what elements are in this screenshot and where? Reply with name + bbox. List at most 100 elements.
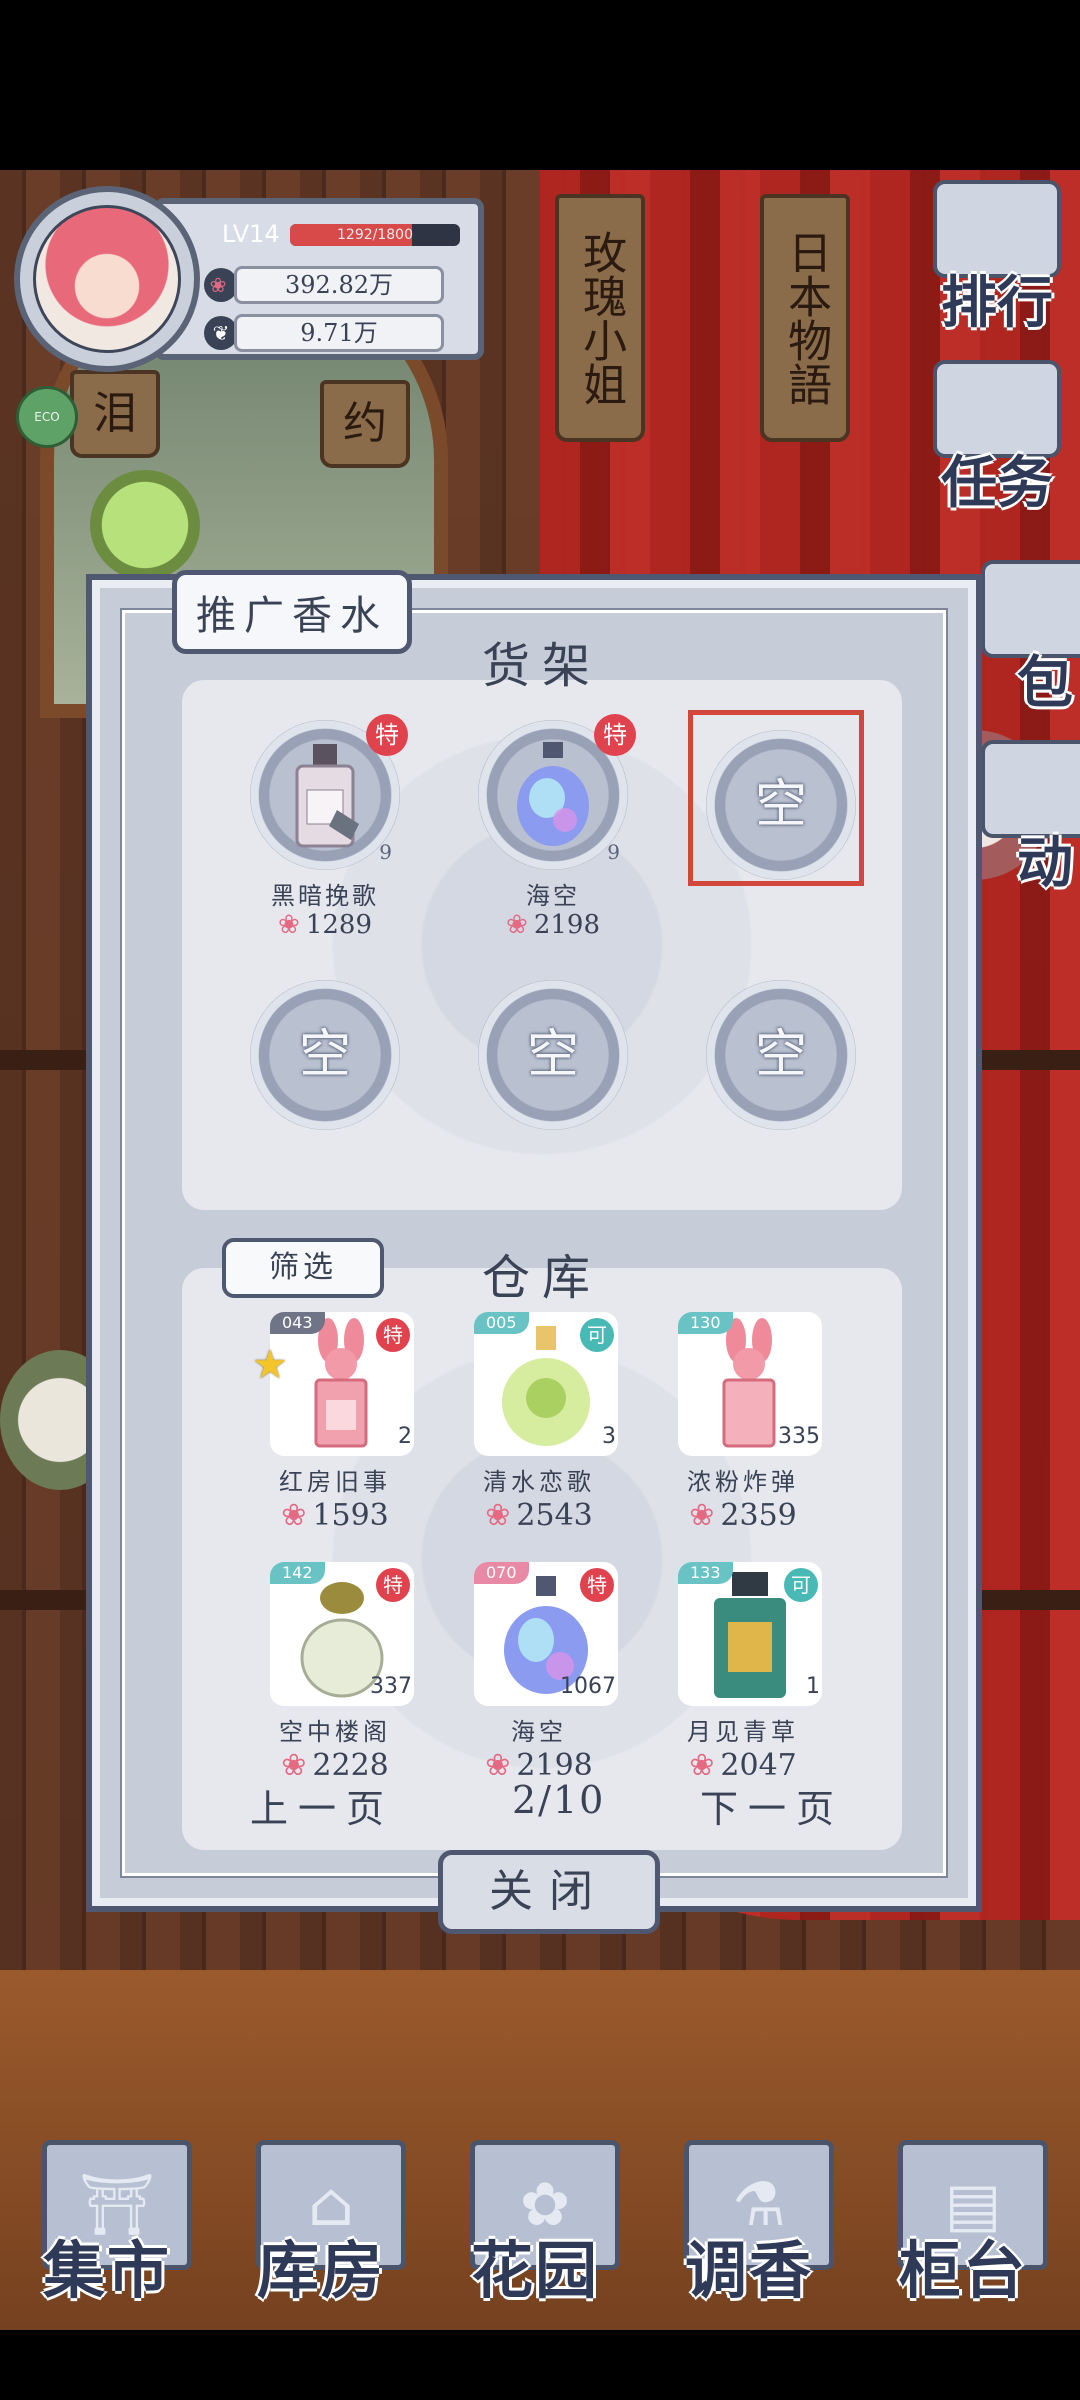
item-quantity: 335	[778, 1424, 820, 1449]
hanging-tag-text: 日本物語	[780, 230, 832, 406]
close-button[interactable]: 关闭	[438, 1850, 660, 1934]
shelf-slot[interactable]: 特 9 海空 ❀ 2198	[468, 710, 638, 950]
player-hud: LV14 1292/1800 ❀ 392.82万 ❦ 9.71万	[14, 186, 484, 372]
item-price: ❀ 2359	[658, 1498, 828, 1533]
special-badge: 特	[376, 1318, 410, 1352]
item-code: 043	[270, 1312, 325, 1334]
player-level: LV14	[222, 220, 280, 248]
hanging-tag-text: 玫瑰小姐	[575, 230, 627, 406]
item-price-value: 2543	[516, 1498, 593, 1533]
hanging-tag: 日本物語	[760, 194, 850, 442]
ranking-button[interactable]: 排行	[922, 180, 1072, 339]
shelf-slot-empty[interactable]: 空	[696, 970, 866, 1210]
item-code: 130	[678, 1312, 733, 1334]
bag-button[interactable]: 包	[970, 560, 1080, 719]
blue-perfume-bottle-icon	[517, 742, 589, 846]
shelf-slot-empty[interactable]: 空	[468, 970, 638, 1210]
item-price: ❀ 1593	[250, 1498, 420, 1533]
hanging-tag: 泪	[70, 370, 160, 458]
item-quantity: 2	[398, 1424, 412, 1449]
petal-icon: ❀	[281, 1498, 307, 1533]
warehouse-item[interactable]: 130 335 浓粉炸弹 ❀ 2359	[658, 1312, 828, 1552]
ranking-icon	[933, 180, 1061, 278]
dialog-title: 推广香水	[172, 570, 412, 654]
storehouse-label: 库房	[256, 2234, 385, 2307]
storehouse-button[interactable]: ⌂ 库房	[236, 2130, 406, 2310]
petal-icon: ❀	[485, 1748, 511, 1783]
task-button[interactable]: 任务	[922, 360, 1072, 519]
bag-icon	[981, 560, 1080, 658]
petal-icon: ❀	[689, 1498, 715, 1533]
shelf-slot-empty[interactable]: 空	[240, 970, 410, 1210]
warehouse-item[interactable]: 005 可 3 清水恋歌 ❀ 2543	[454, 1312, 624, 1552]
item-quantity: 1	[806, 1674, 820, 1699]
money-amount: 392.82万	[234, 266, 444, 304]
ranking-label: 排行	[941, 270, 1053, 336]
favorite-star-icon[interactable]: ★	[252, 1342, 288, 1388]
hanging-tag: 玫瑰小姐	[555, 194, 645, 442]
next-page-button[interactable]: 下一页	[700, 1778, 844, 1833]
item-price: ❀ 2543	[454, 1498, 624, 1533]
item-name: 空中楼阁	[279, 1718, 391, 1746]
event-icon	[981, 740, 1080, 838]
item-code: 133	[678, 1562, 733, 1584]
experience-bar: 1292/1800	[290, 224, 460, 246]
empty-slot-label: 空	[754, 775, 807, 835]
avatar-button[interactable]	[14, 186, 200, 372]
perfume-bottle-decoration	[90, 470, 200, 580]
shelf-slot-empty[interactable]: 空	[688, 710, 866, 960]
slot-count: 9	[379, 840, 392, 864]
shelf-slot[interactable]: 特 9 黑暗挽歌 ❀ 1289	[240, 710, 410, 950]
blending-button[interactable]: ⚗ 调香	[664, 2130, 834, 2310]
currency-petal-icon: ❀	[204, 268, 238, 302]
shelf-section: 货架 特 9 黑暗挽歌 ❀ 1289 特 9 海空 ❀ 2198 空 空 空 空	[182, 638, 902, 1210]
garden-button[interactable]: ✿ 花园	[450, 2130, 620, 2310]
petal-leaf-icon: ❦	[204, 316, 238, 350]
warehouse-item[interactable]: 043 特 2 ★ 红房旧事 ❀ 1593	[250, 1312, 420, 1552]
promote-perfume-dialog: 推广香水 货架 特 9 黑暗挽歌 ❀ 1289 特 9 海空 ❀ 2198 空 …	[86, 570, 982, 1934]
empty-slot-label: 空	[298, 1025, 351, 1085]
event-button[interactable]: 动	[970, 740, 1080, 899]
petal-icon: ❀	[278, 910, 300, 940]
slot-count: 9	[607, 840, 620, 864]
item-code: 142	[270, 1562, 325, 1584]
available-badge: 可	[580, 1318, 614, 1352]
hanging-tag-text: 泪	[93, 387, 137, 439]
item-name: 浓粉炸弹	[687, 1468, 799, 1496]
slot-price: ❀ 1289	[240, 910, 410, 940]
empty-slot-label: 空	[526, 1025, 579, 1085]
counter-button[interactable]: ▤ 柜台	[878, 2130, 1048, 2310]
task-icon	[933, 360, 1061, 458]
slot-price: ❀ 2198	[468, 910, 638, 940]
counter-label: 柜台	[898, 2234, 1027, 2307]
experience-text: 1292/1800	[337, 227, 413, 243]
item-quantity: 3	[602, 1424, 616, 1449]
slot-perfume-name: 海空	[526, 882, 580, 910]
item-name: 月见青草	[687, 1718, 799, 1746]
player-stats-panel: LV14 1292/1800 ❀ 392.82万 ❦ 9.71万	[154, 198, 484, 360]
item-quantity: 1067	[560, 1674, 616, 1699]
petal-icon: ❀	[485, 1498, 511, 1533]
eco-badge-icon[interactable]: ECO	[16, 386, 78, 448]
item-code: 005	[474, 1312, 529, 1334]
special-badge: 特	[580, 1568, 614, 1602]
avatar	[33, 205, 181, 353]
filter-button[interactable]: 筛选	[222, 1238, 384, 1298]
item-name: 清水恋歌	[483, 1468, 595, 1496]
item-code: 070	[474, 1562, 529, 1584]
warehouse-item[interactable]: 142 特 337 空中楼阁 ❀ 2228	[250, 1562, 420, 1802]
special-badge: 特	[376, 1568, 410, 1602]
previous-page-button[interactable]: 上一页	[250, 1778, 394, 1833]
market-button[interactable]: ⛩ 集市	[22, 2130, 192, 2310]
warehouse-item[interactable]: 070 特 1067 海空 ❀ 2198	[454, 1562, 624, 1802]
bag-label: 包	[1017, 650, 1073, 716]
slot-perfume-name: 黑暗挽歌	[271, 882, 379, 910]
petals-amount: 9.71万	[234, 314, 444, 352]
warehouse-item[interactable]: 133 可 1 月见青草 ❀ 2047	[658, 1562, 828, 1802]
item-name: 海空	[511, 1718, 567, 1746]
item-name: 红房旧事	[279, 1468, 391, 1496]
empty-slot-label: 空	[754, 1025, 807, 1085]
warehouse-section: 仓库 筛选 043 特 2 ★ 红房旧事 ❀ 1593 005 可 3 清水恋歌…	[182, 1238, 902, 1850]
slot-price-value: 2198	[533, 910, 600, 940]
special-badge: 特	[366, 714, 408, 756]
